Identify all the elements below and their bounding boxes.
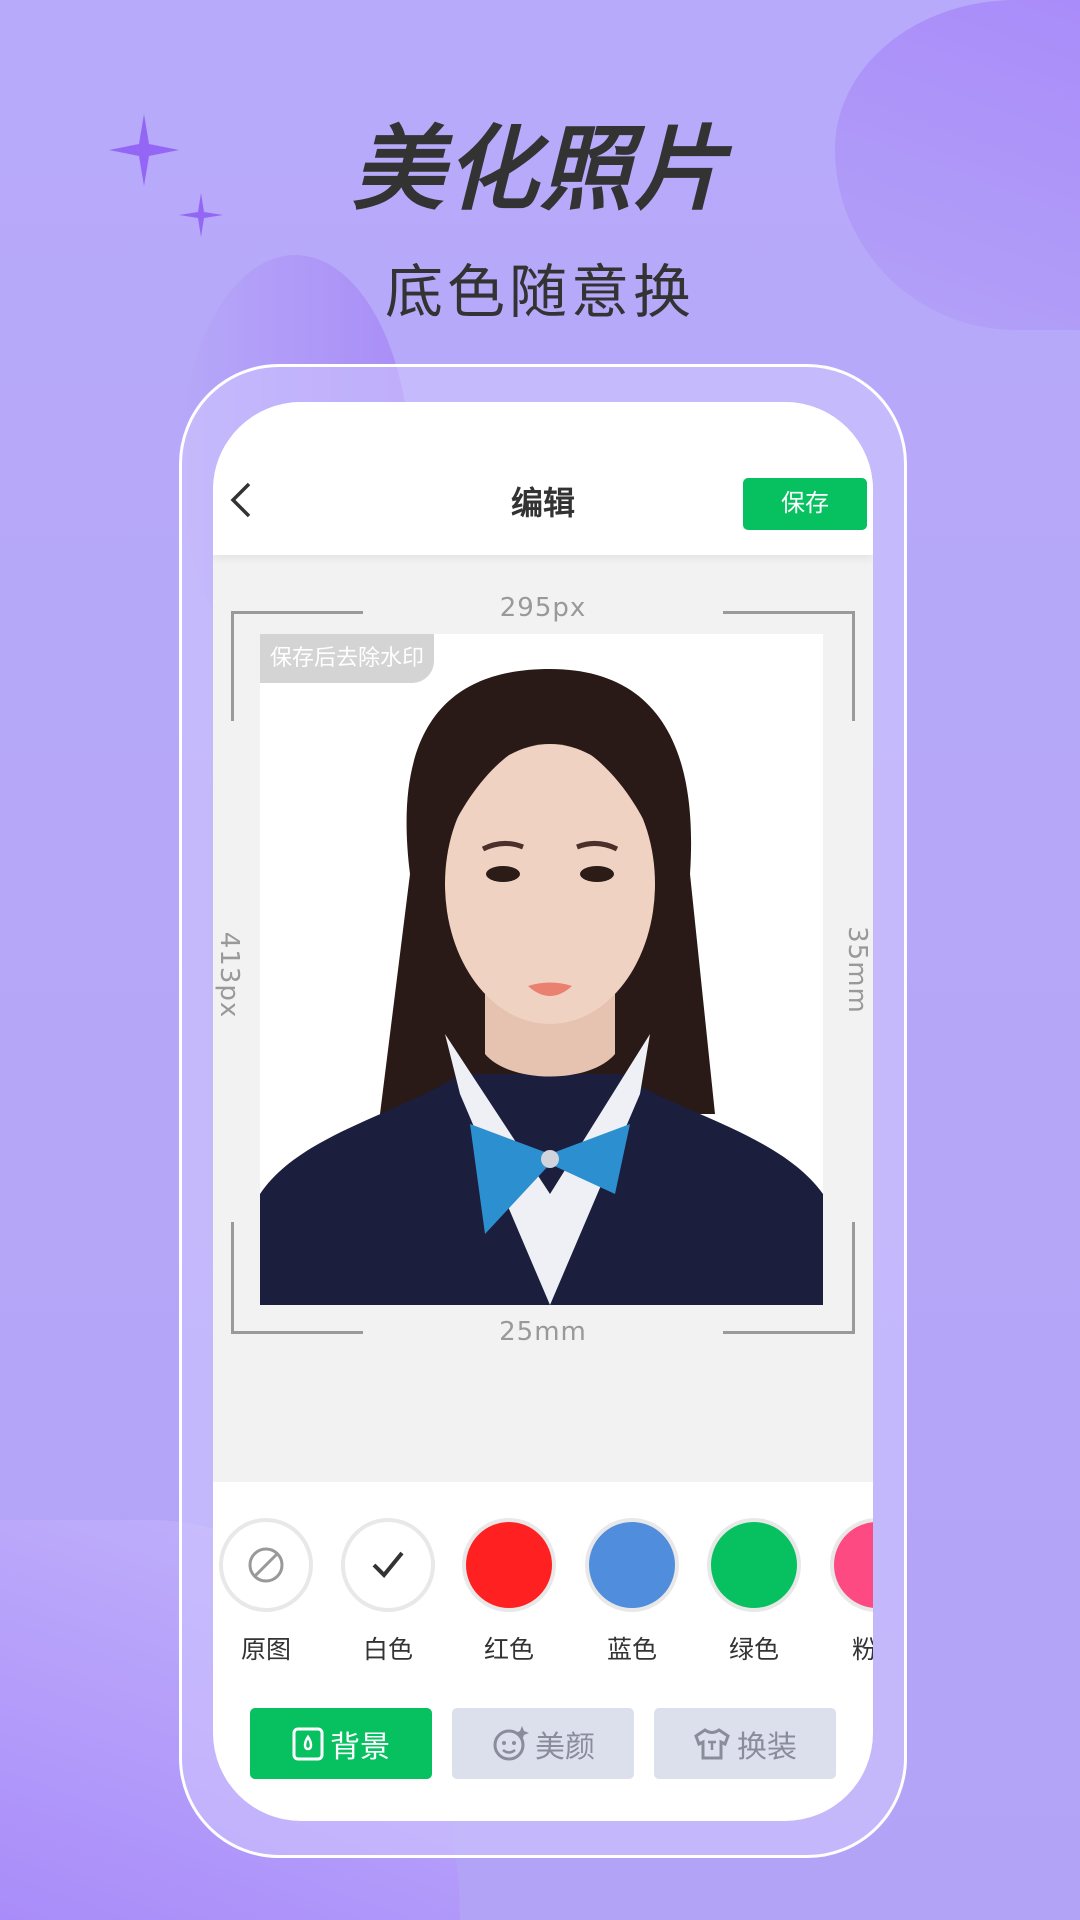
swatch-green[interactable]: 绿色 [706,1518,802,1666]
photo-canvas: 295px 25mm 413px 35mm 保存后去除水印 [213,555,873,1482]
swatch-red[interactable]: 红色 [461,1518,557,1666]
width-mm-label: 25mm [499,1317,587,1347]
swatch-pink[interactable]: 粉色 [829,1518,873,1666]
tab-label: 换装 [737,1730,797,1764]
width-px-label: 295px [499,593,587,623]
save-button[interactable]: 保存 [743,478,867,530]
tab-outfit[interactable]: 换装 [654,1708,836,1779]
swatch-white[interactable]: 白色 [340,1518,436,1666]
tab-label: 美颜 [535,1730,595,1764]
tab-background[interactable]: 背景 [250,1708,432,1779]
check-icon [372,1551,404,1578]
tab-beauty[interactable]: 美颜 [452,1708,634,1779]
tab-label: 背景 [330,1730,390,1764]
swatch-label: 蓝色 [606,1635,657,1664]
phone-screen: 编辑 保存 295px 25mm 413px 35mm 保存后去除水印 原图 白… [213,402,873,1821]
shirt-icon [694,1727,730,1759]
background-drop-icon [292,1727,324,1760]
no-symbol-icon [248,1547,284,1583]
nav-header: 编辑 保存 [213,402,873,555]
promo-title: 美化照片 [351,116,728,223]
swatch-label: 粉色 [851,1635,873,1664]
swatch-circle [462,1518,556,1612]
swatch-circle [219,1518,313,1612]
background-color-picker: 原图 白色 红色 蓝色 绿色 粉色 [213,1518,873,1688]
swatch-circle [585,1518,679,1612]
swatch-blue[interactable]: 蓝色 [584,1518,680,1666]
swatch-original[interactable]: 原图 [218,1518,314,1666]
swatch-circle [341,1518,435,1612]
swatch-label: 红色 [483,1635,534,1664]
portrait-image [260,669,823,1305]
promo-subtitle: 底色随意换 [384,258,695,326]
swatch-circle [830,1518,873,1612]
watermark-badge: 保存后去除水印 [260,634,435,683]
swatch-label: 白色 [362,1635,413,1664]
height-px-label: 413px [214,931,244,1019]
face-sparkle-icon [493,1725,529,1760]
id-photo: 保存后去除水印 [260,634,823,1305]
swatch-label: 原图 [240,1635,291,1664]
swatch-label: 绿色 [728,1635,779,1664]
height-mm-label: 35mm [842,926,872,1014]
swatch-circle [707,1518,801,1612]
